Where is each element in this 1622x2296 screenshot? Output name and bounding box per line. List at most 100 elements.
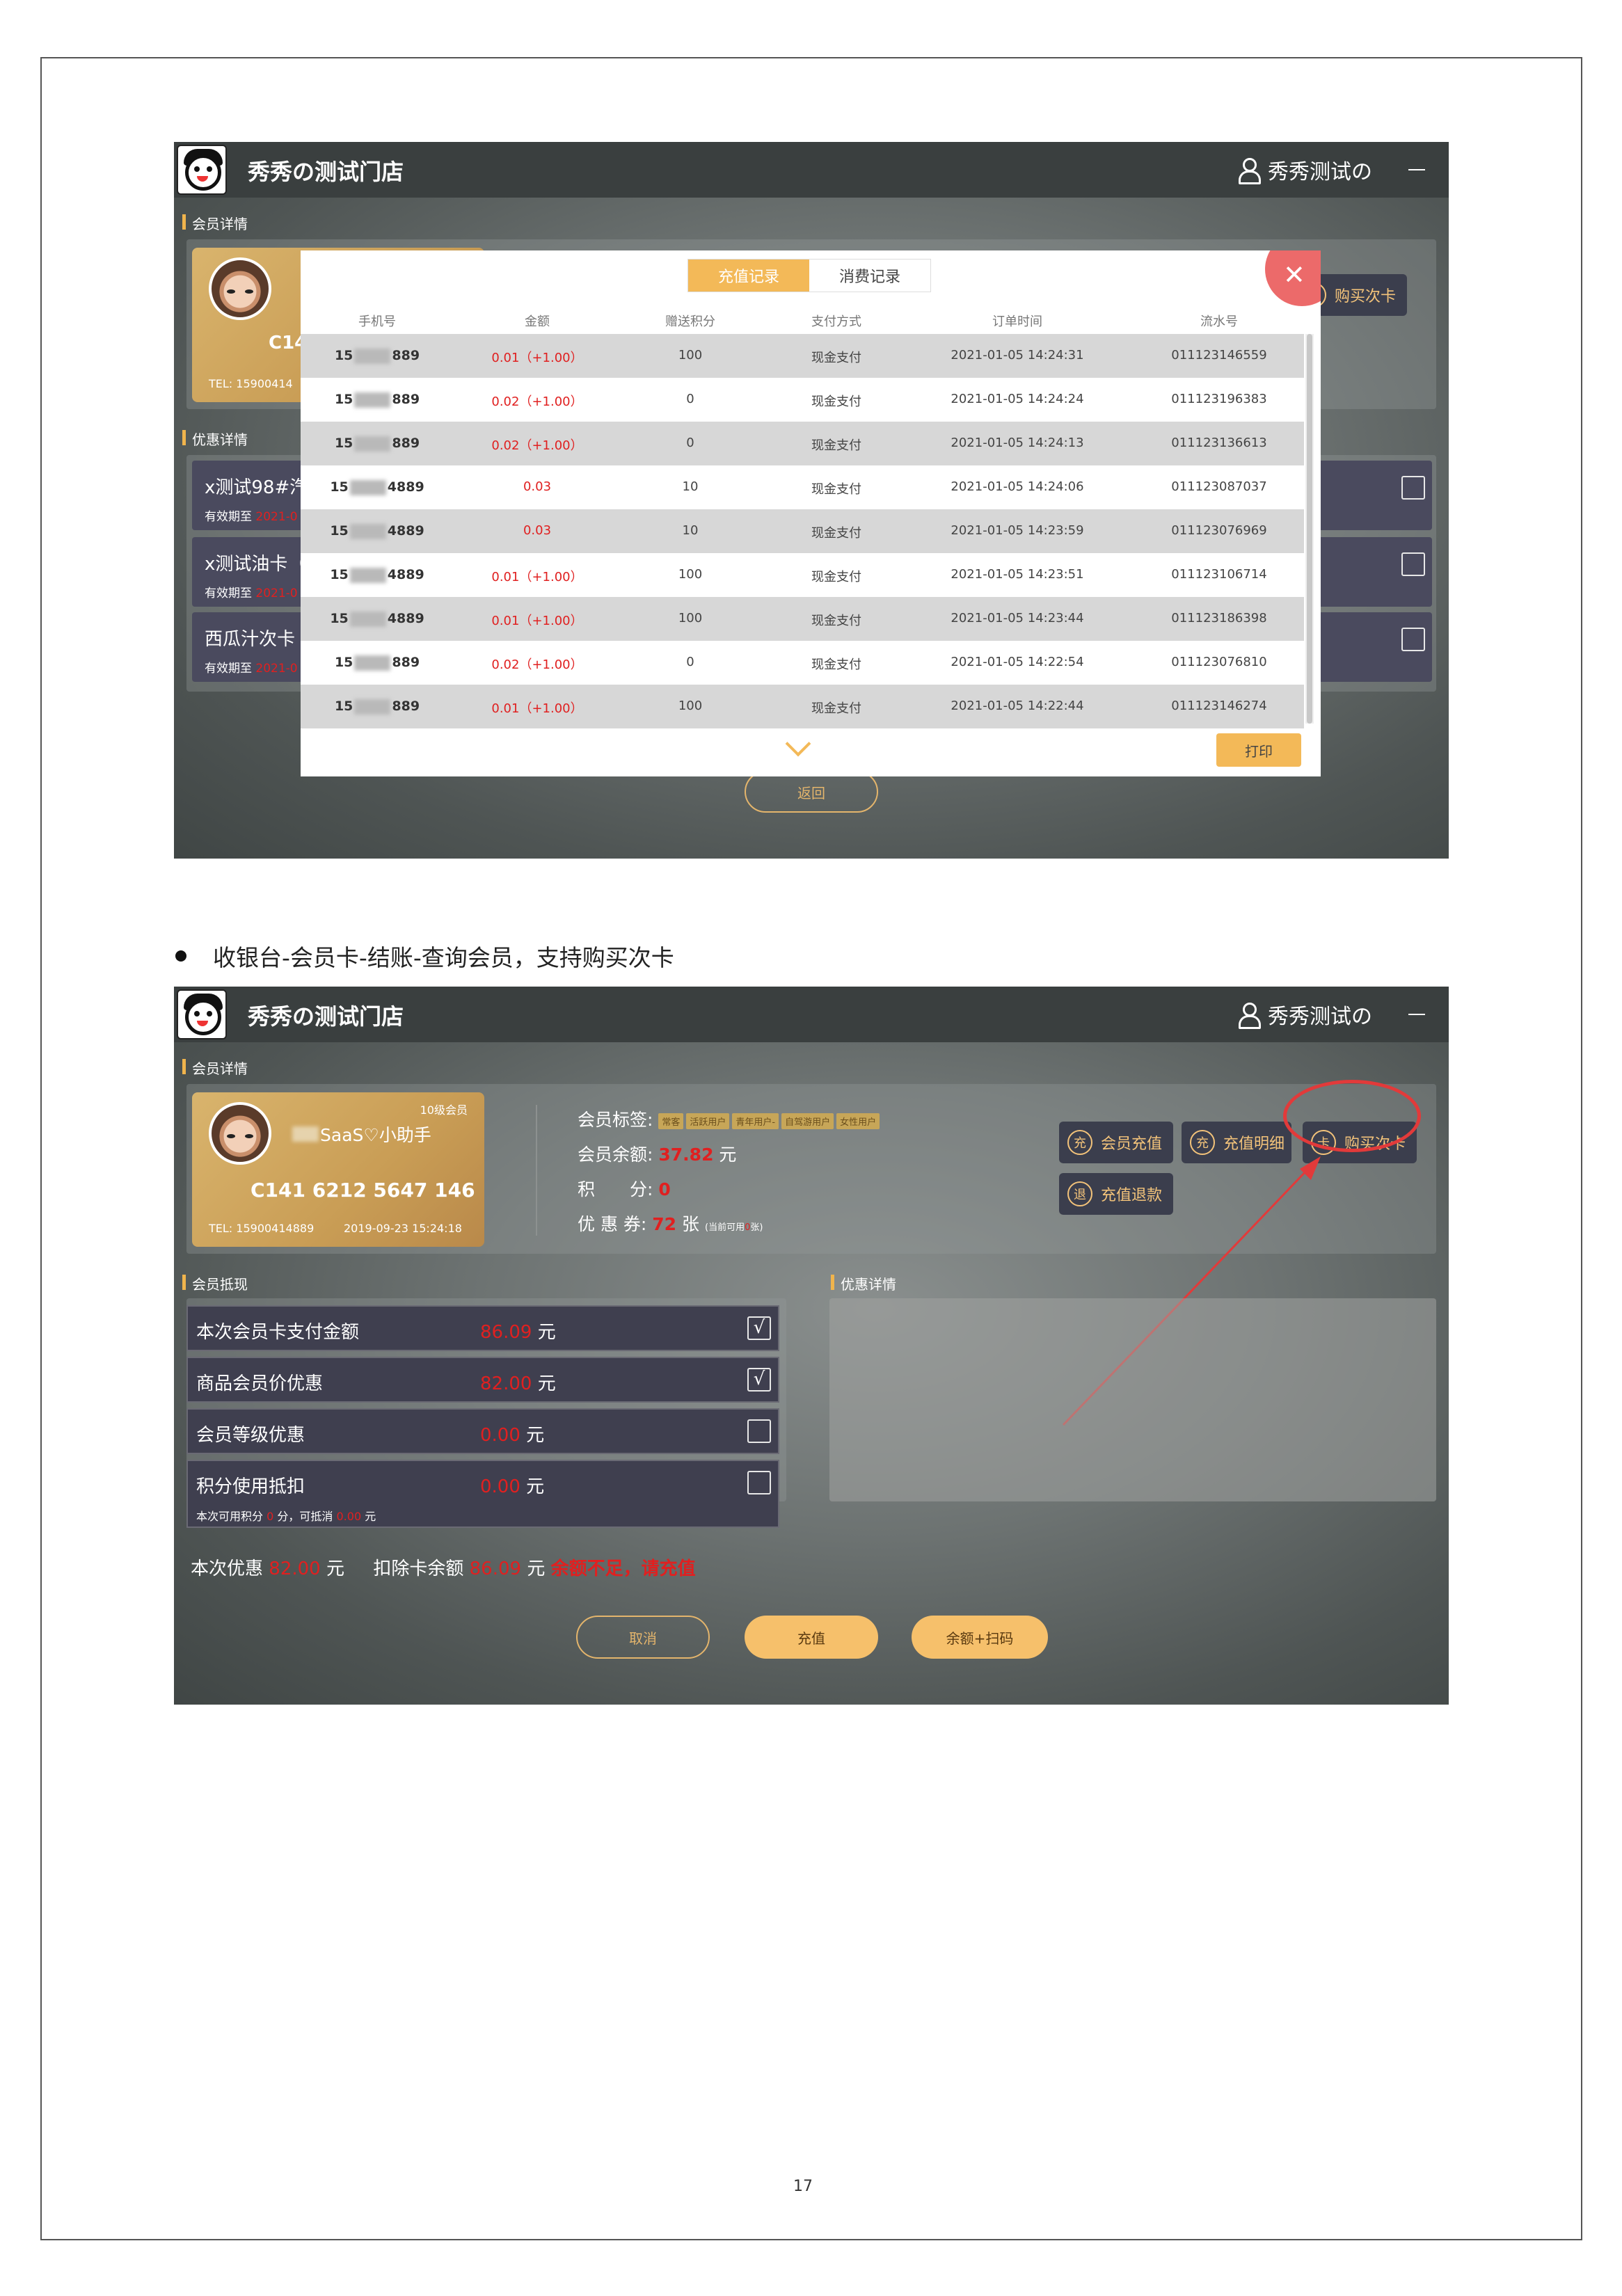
cell-phone: 15 889 [334, 392, 420, 408]
cell-phone: 15 889 [334, 699, 420, 715]
col-order-time: 订单时间 [992, 314, 1042, 329]
deduct-label: 会员等级优惠 [196, 1425, 305, 1446]
deduct-row-member-price[interactable]: 商品会员价优惠 82.00 元 √ [186, 1357, 779, 1403]
cell-time: 2021-01-05 14:22:54 [951, 655, 1084, 669]
tab-recharge-records[interactable]: 充值记录 [688, 260, 809, 292]
cell-time: 2021-01-05 14:24:24 [951, 392, 1084, 406]
section-coupon-detail: 优惠详情 [831, 1273, 896, 1293]
table-row[interactable]: 15 4889 0.03 10 现金支付 2021-01-05 14:24:06 01112… [301, 465, 1304, 509]
coupon-checkbox[interactable] [1401, 476, 1425, 500]
cell-serial: 011123087037 [1171, 479, 1267, 494]
col-serial: 流水号 [1200, 314, 1238, 329]
cell-serial: 011123196383 [1171, 392, 1267, 406]
deduct-checkbox[interactable]: √ [747, 1368, 771, 1392]
cell-serial: 011123076969 [1171, 523, 1267, 538]
table-row[interactable]: 15 4889 0.01（+1.00） 100 现金支付 2021-01-05 14:23… [301, 553, 1304, 597]
deduct-checkbox[interactable] [747, 1471, 771, 1494]
print-button[interactable]: 打印 [1216, 733, 1301, 767]
cell-pay: 现金支付 [811, 657, 861, 672]
cell-time: 2021-01-05 14:24:06 [951, 479, 1084, 494]
cell-phone: 15 4889 [330, 567, 424, 583]
cell-time: 2021-01-05 14:23:44 [951, 611, 1084, 625]
recharge-button[interactable]: 充值 [745, 1616, 878, 1659]
blurred-digits [349, 611, 386, 627]
table-header: 手机号 金额 赠送积分 支付方式 订单时间 流水号 [301, 306, 1304, 333]
deduct-label: 本次会员卡支付金额 [196, 1322, 360, 1343]
store-logo [177, 145, 227, 195]
deduct-row-level[interactable]: 会员等级优惠 0.00 元 [186, 1408, 779, 1454]
deduct-row-card-pay[interactable]: 本次会员卡支付金额 86.09 元 √ [186, 1305, 779, 1351]
tab-consume-records[interactable]: 消费记录 [809, 260, 930, 292]
cell-pay: 现金支付 [811, 394, 861, 409]
cell-points: 100 [678, 567, 703, 582]
cell-amount: 0.03 [523, 479, 552, 494]
col-amount: 金额 [525, 314, 550, 329]
balance-warning: 余额不足，请充值 [550, 1558, 696, 1579]
deduct-checkbox[interactable] [747, 1419, 771, 1443]
cell-amount: 0.03 [523, 523, 552, 538]
coupon-expiry: 有效期至 2021-0 [205, 510, 298, 524]
balance-scan-button[interactable]: 余额+扫码 [912, 1616, 1048, 1659]
member-avatar [209, 257, 271, 320]
bullet-item: 收银台-会员卡-结账-查询会员，支持购买次卡 [175, 939, 674, 973]
cell-points: 0 [686, 392, 694, 406]
cell-phone: 15 4889 [330, 479, 424, 495]
cell-amount: 0.02（+1.00） [491, 657, 583, 672]
cell-phone: 15 4889 [330, 611, 424, 627]
record-rows: 15 889 0.01（+1.00） 100 现金支付 2021-01-05 14:24:… [301, 334, 1304, 728]
blurred-digits [349, 523, 386, 539]
table-row[interactable]: 15 889 0.02（+1.00） 0 现金支付 2021-01-05 14:24:24… [301, 378, 1304, 422]
chevron-down-icon[interactable] [785, 731, 811, 757]
screenshot-member-checkout: 秀秀の测试门店 秀秀测试の 会员详情 10级会员 SaaS♡小助手 C141 6… [174, 987, 1449, 1705]
table-row[interactable]: 15 889 0.02（+1.00） 0 现金支付 2021-01-05 14:22:54… [301, 641, 1304, 685]
coupon-checkbox[interactable] [1401, 552, 1425, 576]
cell-serial: 011123146559 [1171, 348, 1267, 362]
user-name: 秀秀测试の [1268, 160, 1372, 184]
table-row[interactable]: 15 4889 0.01（+1.00） 100 现金支付 2021-01-05 14:23… [301, 597, 1304, 641]
screenshot-recharge-records: 秀秀の测试门店 秀秀测试の 会员详情 富 C141 TEL: 15900414 … [174, 142, 1449, 859]
cell-amount: 0.01（+1.00） [491, 351, 583, 365]
coupon-name: x测试油卡（ [205, 554, 306, 575]
table-row[interactable]: 15 889 0.02（+1.00） 0 现金支付 2021-01-05 14:24:13… [301, 422, 1304, 465]
points-note: 本次可用积分 0 分，可抵消 0.00 元 [196, 1510, 376, 1523]
section-member-deduct: 会员抵现 [182, 1273, 248, 1293]
deduct-checkbox[interactable]: √ [747, 1316, 771, 1340]
back-button[interactable]: 返回 [745, 771, 878, 813]
scrollbar[interactable] [1305, 334, 1314, 724]
buy-card-label: 购买次卡 [1335, 288, 1397, 305]
cell-serial: 011123186398 [1171, 611, 1267, 625]
cell-points: 0 [686, 655, 694, 669]
cancel-button[interactable]: 取消 [576, 1616, 710, 1659]
table-row[interactable]: 15 889 0.01（+1.00） 100 现金支付 2021-01-05 14:24:… [301, 334, 1304, 378]
cell-amount: 0.01（+1.00） [491, 701, 583, 716]
cell-time: 2021-01-05 14:23:51 [951, 567, 1084, 582]
close-button[interactable]: ✕ [1265, 250, 1321, 306]
minimize-button[interactable] [1408, 169, 1425, 170]
table-row[interactable]: 15 889 0.01（+1.00） 100 现金支付 2021-01-05 14:22:… [301, 685, 1304, 728]
user-menu[interactable]: 秀秀测试の [1237, 154, 1425, 185]
deduct-value: 86.09 元 [480, 1322, 556, 1343]
deduct-row-points[interactable]: 积分使用抵扣 0.00 元 本次可用积分 0 分，可抵消 0.00 元 [186, 1460, 779, 1528]
cell-serial: 011123106714 [1171, 567, 1267, 582]
blurred-digits [354, 348, 391, 364]
cell-phone: 15 889 [334, 436, 420, 452]
cell-time: 2021-01-05 14:24:13 [951, 436, 1084, 450]
coupon-checkbox[interactable] [1401, 628, 1425, 651]
cell-pay: 现金支付 [811, 482, 861, 497]
table-row[interactable]: 15 4889 0.03 10 现金支付 2021-01-05 14:23:59 01112… [301, 509, 1304, 553]
cell-phone: 15 4889 [330, 523, 424, 539]
coupon-name: 西瓜汁次卡（ [205, 629, 314, 650]
cell-points: 100 [678, 611, 703, 625]
cell-serial: 011123076810 [1171, 655, 1267, 669]
cell-serial: 011123146274 [1171, 699, 1267, 713]
cell-points: 100 [678, 699, 703, 713]
cell-pay: 现金支付 [811, 526, 861, 541]
col-phone: 手机号 [358, 314, 396, 329]
deduct-value: 0.00 元 [480, 1425, 545, 1446]
deduct-label: 商品会员价优惠 [196, 1373, 324, 1394]
member-tel: TEL: 15900414 [209, 377, 293, 390]
coupon-detail-panel [829, 1298, 1436, 1501]
cell-time: 2021-01-05 14:24:31 [951, 348, 1084, 362]
cell-pay: 现金支付 [811, 438, 861, 453]
blurred-digits [354, 699, 391, 715]
